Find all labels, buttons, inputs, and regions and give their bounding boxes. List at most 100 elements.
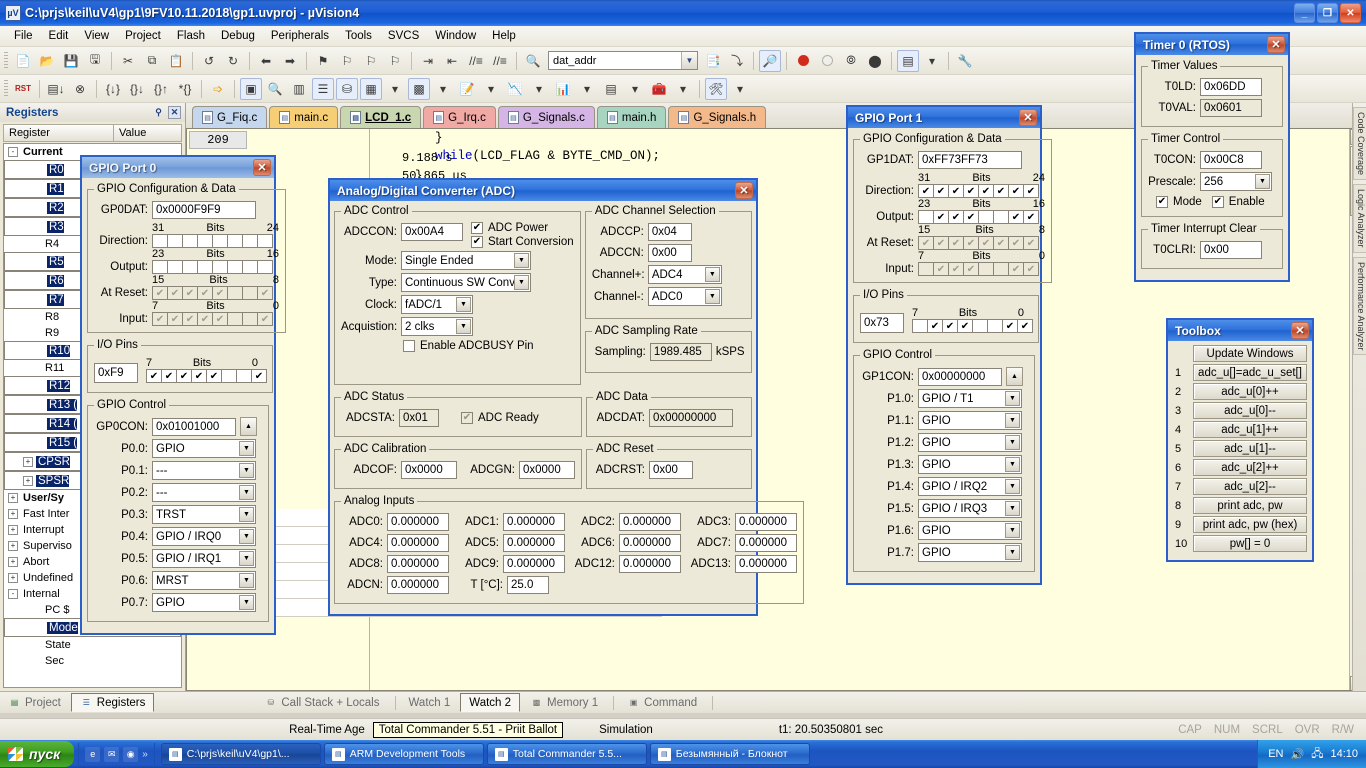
bit-checkbox[interactable]: ✔ [1023,210,1039,224]
close-icon[interactable]: ✕ [1267,36,1285,53]
disable-breakpoint-icon[interactable] [816,50,838,72]
taskbar-task[interactable]: ▤ Безымянный - Блокнот [649,743,810,765]
adcgn-input[interactable]: 0x0000 [519,461,575,479]
tree-toggle-icon[interactable]: + [8,493,18,503]
menu-item-debug[interactable]: Debug [213,28,263,44]
debug-find-icon[interactable]: 🔎 [759,49,781,72]
configure-icon[interactable]: 🔧 [954,50,976,72]
adc-input-value[interactable]: 0.000000 [387,555,449,573]
toolbox-item-button[interactable]: adc_u[1]-- [1193,440,1307,457]
save-icon[interactable]: 💾 [60,50,82,72]
chevron-down-icon[interactable]: ▼ [239,595,254,610]
ie-icon[interactable]: e [85,746,101,762]
adc-input-value[interactable]: 0.000000 [503,513,565,531]
tree-toggle-icon[interactable]: + [8,541,18,551]
start-button[interactable]: пуск [0,741,75,767]
step-icon[interactable]: {↓} [102,78,124,100]
gpio-pin-select[interactable]: --- ▼ [152,483,256,502]
gpio0-iopins-bits[interactable]: ✔ ✔ ✔ ✔ ✔ ✔ [146,369,267,383]
save-all-icon[interactable]: 🖫 [84,50,106,72]
adc-dialog[interactable]: Analog/Digital Converter (ADC) ✕ ADC Con… [328,178,804,616]
close-icon[interactable]: ✕ [735,182,753,199]
chevron-down-icon[interactable]: ▼ [1005,501,1020,516]
language-indicator[interactable]: EN [1268,748,1283,760]
taskbar-task[interactable]: ▤ Total Commander 5.5... [486,743,647,765]
search-combo[interactable]: dat_addr ▼ [548,51,698,70]
gpio-bits[interactable]: ✔ ✔ ✔ ✔ ✔ ✔ [152,312,273,326]
new-file-icon[interactable]: 📄 [12,50,34,72]
step-out-icon[interactable]: {}↑ [150,78,172,100]
chevron-down-icon[interactable]: ▾ [921,50,943,72]
comment-icon[interactable]: //≡ [465,50,487,72]
search-input[interactable]: dat_addr [553,55,596,67]
t0con-input[interactable]: 0x00C8 [1200,151,1262,169]
menu-item-tools[interactable]: Tools [337,28,380,44]
adcbusy-checkbox[interactable] [403,340,415,352]
dock-tab-performance-analyzer[interactable]: Performance Analyzer [1353,256,1366,356]
bit-checkbox[interactable] [257,234,273,248]
chevron-down-icon[interactable]: ▼ [1005,523,1020,538]
bit-checkbox[interactable] [242,234,258,248]
indent-icon[interactable]: ⇥ [417,50,439,72]
bit-checkbox[interactable] [221,369,237,383]
toolbox-item-button[interactable]: adc_u[1]++ [1193,421,1307,438]
run-to-cursor-icon[interactable]: *{} [174,78,196,100]
outdent-icon[interactable]: ⇤ [441,50,463,72]
bit-checkbox[interactable] [257,260,273,274]
register-row[interactable]: Sec [4,653,181,669]
editor-tab-lcd-1-c[interactable]: ▤ LCD_1.c [340,106,422,128]
menu-item-flash[interactable]: Flash [169,28,213,44]
adc-input-value[interactable]: 0.000000 [619,555,681,573]
tree-toggle-icon[interactable]: + [23,456,33,467]
bit-checkbox[interactable] [912,319,928,333]
gpio0-con-spinner[interactable]: ▲ [240,417,257,436]
chevron-down-icon[interactable]: ▾ [480,78,502,100]
toolbox-item-button[interactable]: pw[] = 0 [1193,535,1307,552]
bit-checkbox[interactable]: ✔ [1002,319,1018,333]
taskbar-task[interactable]: ▤ ARM Development Tools [323,743,484,765]
register-row[interactable]: State [4,637,181,653]
menu-item-peripherals[interactable]: Peripherals [263,28,337,44]
chevron-down-icon[interactable]: ▼ [1005,457,1020,472]
gpio0-dat-input[interactable]: 0x0000F9F9 [152,201,256,219]
gpio-pin-select[interactable]: GPIO ▼ [918,543,1022,562]
gpio-bits[interactable]: ✔ ✔ ✔ ✔ ✔ [918,262,1039,276]
bit-checkbox[interactable] [212,234,228,248]
bit-checkbox[interactable]: ✔ [251,369,267,383]
bottom-tab-registers[interactable]: ☰ Registers [70,693,155,712]
gpio0-iopins-value[interactable]: 0xF9 [94,363,138,383]
chevron-down-icon[interactable]: ▼ [239,529,254,544]
cut-icon[interactable]: ✂ [117,50,139,72]
maximize-button[interactable]: ❐ [1317,3,1338,23]
chevron-down-icon[interactable]: ▼ [514,275,529,290]
gpio-bits[interactable]: ✔ ✔ ✔ ✔ ✔ [918,210,1039,224]
chevron-down-icon[interactable]: ▼ [239,463,254,478]
bit-checkbox[interactable] [236,369,252,383]
bit-checkbox[interactable]: ✔ [146,369,162,383]
bottom-tab-call-stack[interactable]: ⛁ Call Stack + Locals [256,693,387,712]
network-icon[interactable]: 🖧 [1311,745,1323,764]
gpio-pin-select[interactable]: GPIO ▼ [152,439,256,458]
chevron-down-icon[interactable]: ▼ [456,297,471,312]
t0ld-input[interactable]: 0x06DD [1200,78,1262,96]
bit-checkbox[interactable]: ✔ [933,184,949,198]
bit-checkbox[interactable]: ✔ [948,184,964,198]
chevron-down-icon[interactable]: ▼ [239,441,254,456]
customize-tools-icon[interactable]: 🛠 [705,77,727,100]
adc-input-value[interactable]: 0.000000 [503,534,565,552]
bit-checkbox[interactable] [167,260,183,274]
breakpoint-icon[interactable] [792,50,814,72]
dock-tab-logic-analyzer[interactable]: Logic Analyzer [1353,184,1366,253]
adcn-input[interactable]: 0.000000 [387,576,449,594]
bottom-tab-watch-2[interactable]: Watch 2 [460,693,521,712]
toolbox-item-button[interactable]: print adc, pw (hex) [1193,516,1307,533]
toolbox-item-button[interactable]: print adc, pw [1193,497,1307,514]
adccp-input[interactable]: 0x04 [647,223,692,241]
close-button[interactable]: ✕ [1340,3,1361,23]
adc-type-select[interactable]: Continuous SW Conv. ▼ [401,273,531,292]
bottom-tab-project[interactable]: ▤ Project [0,693,69,712]
temp-input[interactable]: 25.0 [507,576,549,594]
bit-checkbox[interactable]: ✔ [1023,184,1039,198]
bit-checkbox[interactable] [993,210,1009,224]
gpio1-dat-input[interactable]: 0xFF73FF73 [918,151,1022,169]
